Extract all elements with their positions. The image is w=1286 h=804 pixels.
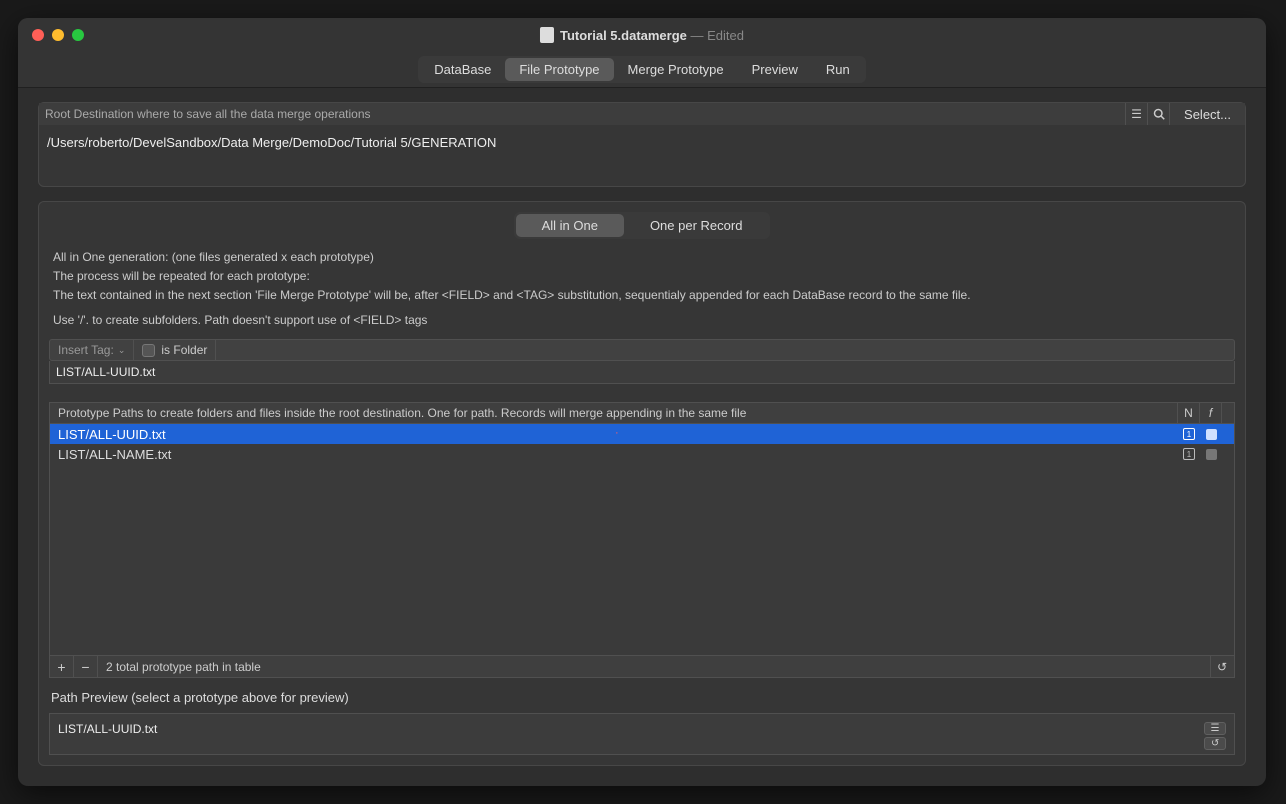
tab-database[interactable]: DataBase (420, 58, 505, 81)
main-tab-group: DataBase File Prototype Merge Prototype … (418, 56, 866, 83)
add-row-button[interactable]: + (50, 656, 74, 677)
path-input[interactable]: LIST/ALL-UUID.txt (49, 361, 1235, 384)
destination-label: Root Destination where to save all the d… (39, 103, 1126, 125)
remove-row-button[interactable]: − (74, 656, 98, 677)
help-line-2: The process will be repeated for each pr… (53, 268, 1231, 285)
content-area: Root Destination where to save all the d… (18, 88, 1266, 786)
insert-bar: Insert Tag: ⌄ is Folder (49, 339, 1235, 361)
table-row[interactable]: LIST/ALL-NAME.txt 1 (50, 444, 1234, 464)
chevron-down-icon: ⌄ (118, 345, 126, 356)
folder-badge-icon (1206, 449, 1217, 460)
help-line-3: The text contained in the next section '… (53, 287, 1231, 304)
folder-badge-icon (1206, 429, 1217, 440)
table-row[interactable]: LIST/ALL-UUID.txt · 1 (50, 424, 1234, 444)
title-text: Tutorial 5.datamerge (560, 28, 687, 43)
app-window: Tutorial 5.datamerge — Edited DataBase F… (18, 18, 1266, 786)
search-icon[interactable] (1148, 103, 1170, 125)
titlebar: Tutorial 5.datamerge — Edited (18, 18, 1266, 52)
preview-value: LIST/ALL-UUID.txt (58, 722, 1204, 746)
help-line-1: All in One generation: (one files genera… (53, 249, 1231, 266)
refresh-table-button[interactable]: ↻ (1210, 656, 1234, 677)
window-title: Tutorial 5.datamerge — Edited (540, 27, 744, 43)
is-folder-toggle[interactable]: is Folder (134, 340, 216, 360)
is-folder-label: is Folder (161, 343, 207, 357)
mode-one-per-record[interactable]: One per Record (624, 214, 769, 237)
destination-path: /Users/roberto/DevelSandbox/Data Merge/D… (39, 125, 1245, 186)
is-folder-checkbox[interactable] (142, 344, 155, 357)
n-badge-icon: 1 (1183, 428, 1195, 440)
preview-label: Path Preview (select a prototype above f… (49, 690, 1235, 705)
select-destination-button[interactable]: Select... (1170, 103, 1245, 125)
preview-refresh-button[interactable]: ↻ (1204, 737, 1226, 750)
help-text: All in One generation: (one files genera… (49, 249, 1235, 339)
col-header-path: Prototype Paths to create folders and fi… (50, 403, 1178, 423)
table-body: LIST/ALL-UUID.txt · 1 LIST/ALL-NAME.txt … (50, 424, 1234, 655)
mode-all-in-one[interactable]: All in One (516, 214, 624, 237)
table-header: Prototype Paths to create folders and fi… (50, 403, 1234, 424)
tab-run[interactable]: Run (812, 58, 864, 81)
n-badge-icon: 1 (1183, 448, 1195, 460)
prototype-panel: All in One One per Record All in One gen… (38, 201, 1246, 766)
close-window-button[interactable] (32, 29, 44, 41)
table-footer: + − 2 total prototype path in table ↻ (50, 655, 1234, 677)
row-count-label: 2 total prototype path in table (98, 660, 1210, 674)
tab-merge-prototype[interactable]: Merge Prototype (614, 58, 738, 81)
prototype-table: Prototype Paths to create folders and fi… (49, 402, 1235, 678)
destination-header: Root Destination where to save all the d… (39, 103, 1245, 125)
generation-mode-group: All in One One per Record (514, 212, 771, 239)
col-header-f[interactable]: f (1200, 403, 1222, 423)
tab-file-prototype[interactable]: File Prototype (505, 58, 613, 81)
minimize-window-button[interactable] (52, 29, 64, 41)
list-icon[interactable]: ☰ (1126, 103, 1148, 125)
traffic-lights (32, 29, 84, 41)
row-marker-icon: · (615, 427, 619, 439)
edited-indicator: — Edited (691, 28, 744, 43)
main-toolbar: DataBase File Prototype Merge Prototype … (18, 52, 1266, 88)
row-path: LIST/ALL-NAME.txt (58, 447, 171, 462)
preview-list-button[interactable]: ☰ (1204, 722, 1226, 735)
zoom-window-button[interactable] (72, 29, 84, 41)
document-icon (540, 27, 554, 43)
destination-panel: Root Destination where to save all the d… (38, 102, 1246, 187)
insert-tag-dropdown[interactable]: Insert Tag: ⌄ (50, 340, 134, 360)
row-path: LIST/ALL-UUID.txt (58, 427, 166, 442)
help-line-4: Use '/'. to create subfolders. Path does… (53, 312, 1231, 329)
tab-preview[interactable]: Preview (738, 58, 812, 81)
preview-box: LIST/ALL-UUID.txt ☰ ↻ (49, 713, 1235, 755)
col-header-n[interactable]: N (1178, 403, 1200, 423)
